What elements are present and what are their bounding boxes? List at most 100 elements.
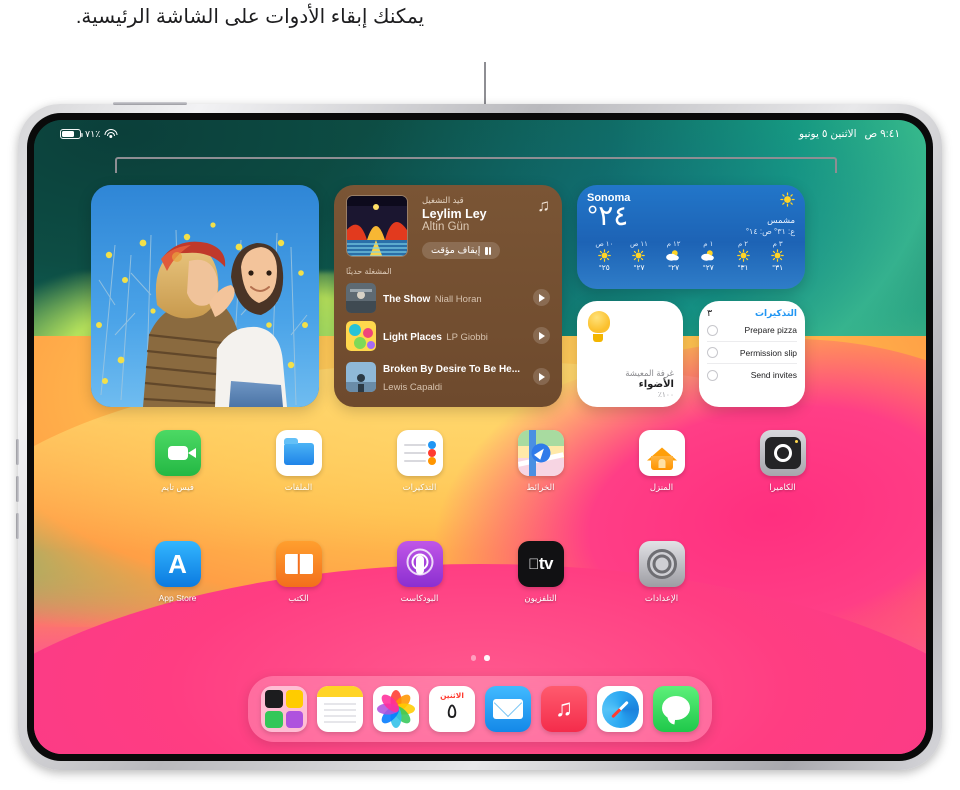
page-dot[interactable]: [470, 655, 476, 661]
track-artwork: [346, 282, 376, 313]
battery-icon: [60, 128, 83, 140]
app-label: التذكيرات: [402, 482, 437, 492]
track-row[interactable]: Broken By Desire To Be He... Lewis Capal…: [346, 355, 550, 399]
sun-icon: [771, 249, 784, 262]
dock-music-icon[interactable]: ♫: [541, 686, 587, 732]
wifi-icon: [104, 129, 118, 139]
app-icon-podcasts[interactable]: البودكاست: [359, 541, 480, 604]
weather-hour-cell: ١٠ ص ٢٥°: [587, 240, 622, 272]
ipad-screen: ٧١٪ ٩:٤١ ص الاثنين ٥ يونيو ♫ قيد التشغيل…: [34, 120, 926, 754]
app-row-2: الإعدادات tv التلفزيون الب: [34, 541, 926, 604]
app-label: App Store: [158, 593, 197, 603]
weather-temperature: ٢٤°: [587, 200, 629, 231]
music-widget[interactable]: ♫ قيد التشغيل Leylim Ley Altin Gün إيقاف…: [334, 185, 562, 407]
hour-temp: ٢٥°: [598, 263, 610, 272]
callout-text: يمكنك إبقاء الأدوات على الشاشة الرئيسية.: [75, 6, 425, 28]
partly-cloudy-icon: [666, 249, 680, 262]
page-dot-active[interactable]: [484, 655, 490, 661]
app-icon-home[interactable]: المنزل: [601, 430, 722, 493]
app-icon-tv[interactable]: tv التلفزيون: [480, 541, 601, 604]
reminder-item[interactable]: Prepare pizza: [707, 319, 797, 342]
track-title: Broken By Desire To Be He...: [383, 363, 521, 375]
volume-down-button[interactable]: [16, 476, 19, 502]
weather-widget[interactable]: مشمس ع: ٣١° ص: ١٤° Sonoma ٢٤° ٣ م ٣١° ٢ …: [577, 185, 805, 289]
app-icon-settings[interactable]: الإعدادات: [601, 541, 722, 604]
dock-messages-icon[interactable]: [653, 686, 699, 732]
app-label: المنزل: [649, 482, 674, 492]
page-dots[interactable]: [34, 655, 926, 661]
dock-photos-icon[interactable]: [373, 686, 419, 732]
now-playing-artist: Altin Gün: [422, 221, 470, 234]
home-icon: [638, 430, 685, 476]
widget-area: ♫ قيد التشغيل Leylim Ley Altin Gün إيقاف…: [34, 160, 926, 410]
pause-button[interactable]: إيقاف مؤقت: [422, 242, 501, 260]
partly-cloudy-icon: [700, 249, 715, 262]
weather-high-low: ع: ٣١° ص: ١٤°: [745, 227, 795, 236]
app-grid: الكاميرا المنزل الخرائط التذكيرات الملفا…: [34, 430, 926, 604]
home-accessory-name: الأضواء: [638, 379, 674, 390]
reminder-checkbox[interactable]: [707, 347, 718, 358]
hour-label: ١١ ص: [630, 241, 648, 248]
ipad-device: ٧١٪ ٩:٤١ ص الاثنين ٥ يونيو ♫ قيد التشغيل…: [16, 102, 942, 770]
sun-icon: [736, 249, 750, 262]
weather-hour-cell: ٣ م ٣١°: [760, 240, 795, 272]
app-label: فيس تايم: [161, 482, 194, 492]
hour-label: ١٢ م: [666, 241, 681, 248]
side-button[interactable]: [16, 513, 19, 539]
reminder-item[interactable]: Send invites: [707, 364, 797, 386]
play-icon[interactable]: [533, 327, 550, 345]
music-note-glyph: ♫: [555, 695, 573, 722]
weather-hour-cell: ٢ م ٣١°: [726, 240, 761, 272]
app-icon-maps[interactable]: الخرائط: [480, 430, 601, 493]
hour-temp: ٢٧°: [702, 263, 714, 272]
reminder-checkbox[interactable]: [707, 369, 718, 381]
reminders-widget[interactable]: التذكيرات ٣ Prepare pizza Permission sli…: [699, 301, 805, 407]
home-brightness: ١٠٠٪: [657, 390, 674, 399]
app-icon-reminders[interactable]: التذكيرات: [359, 430, 480, 493]
dock-calendar-icon[interactable]: الاثنين ٥: [429, 686, 475, 732]
dock-mail-icon[interactable]: [485, 686, 531, 732]
app-icon-appstore[interactable]: A App Store: [117, 541, 238, 604]
tv-icon: tv: [517, 541, 564, 587]
status-date: الاثنين ٥ يونيو: [799, 128, 857, 140]
app-label: الكاميرا: [769, 482, 796, 492]
app-label: الخرائط: [526, 482, 555, 492]
app-label: التلفزيون: [524, 593, 557, 603]
track-row[interactable]: The Show Niall Horan: [346, 279, 550, 317]
track-artist: Lewis Capaldi: [383, 381, 443, 393]
now-playing-title: Leylim Ley: [422, 207, 487, 221]
hour-temp: ٣١°: [772, 263, 784, 272]
hour-label: ١ م: [703, 241, 714, 248]
lightbulb-icon: [586, 311, 610, 343]
home-widget[interactable]: غرفة المعيشة الأضواء ١٠٠٪: [577, 301, 683, 407]
volume-up-button[interactable]: [16, 439, 19, 465]
reminder-item[interactable]: Permission slip: [707, 342, 797, 364]
dock-safari-icon[interactable]: [597, 686, 643, 732]
app-icon-facetime[interactable]: فيس تايم: [117, 430, 238, 493]
hour-temp: ٢٧°: [633, 263, 645, 272]
files-icon: [275, 430, 322, 476]
track-artwork: [346, 361, 376, 392]
track-title: Light Places: [383, 331, 442, 343]
tv-wordmark: tv: [533, 554, 554, 573]
app-icon-camera[interactable]: الكاميرا: [722, 430, 843, 493]
home-room-name: غرفة المعيشة: [625, 368, 674, 378]
photos-widget[interactable]: [91, 185, 319, 407]
dock-folder-icon[interactable]: [261, 686, 307, 732]
weather-hourly-row: ٣ م ٣١° ٢ م ٣١° ١ م ٢٧° ١٢ م ٢٧° ١١ ص ٢٧…: [587, 240, 795, 272]
screenshot-root: يمكنك إبقاء الأدوات على الشاشة الرئيسية.: [0, 0, 960, 790]
facetime-icon: [154, 430, 201, 476]
appstore-glyph: A: [168, 549, 187, 579]
app-icon-books[interactable]: الكتب: [238, 541, 359, 604]
recently-played-label: المشغلة حديثًا: [346, 266, 392, 276]
track-row[interactable]: Light Places LP Giobbi: [346, 317, 550, 355]
power-button[interactable]: [113, 102, 187, 105]
reminders-icon: [396, 430, 443, 476]
reminder-checkbox[interactable]: [707, 324, 718, 336]
app-label: البودكاست: [400, 593, 439, 603]
play-icon[interactable]: [533, 289, 550, 307]
track-title: The Show: [383, 293, 431, 305]
app-icon-files[interactable]: الملفات: [238, 430, 359, 493]
dock-notes-icon[interactable]: [317, 686, 363, 732]
play-icon[interactable]: [533, 368, 550, 386]
